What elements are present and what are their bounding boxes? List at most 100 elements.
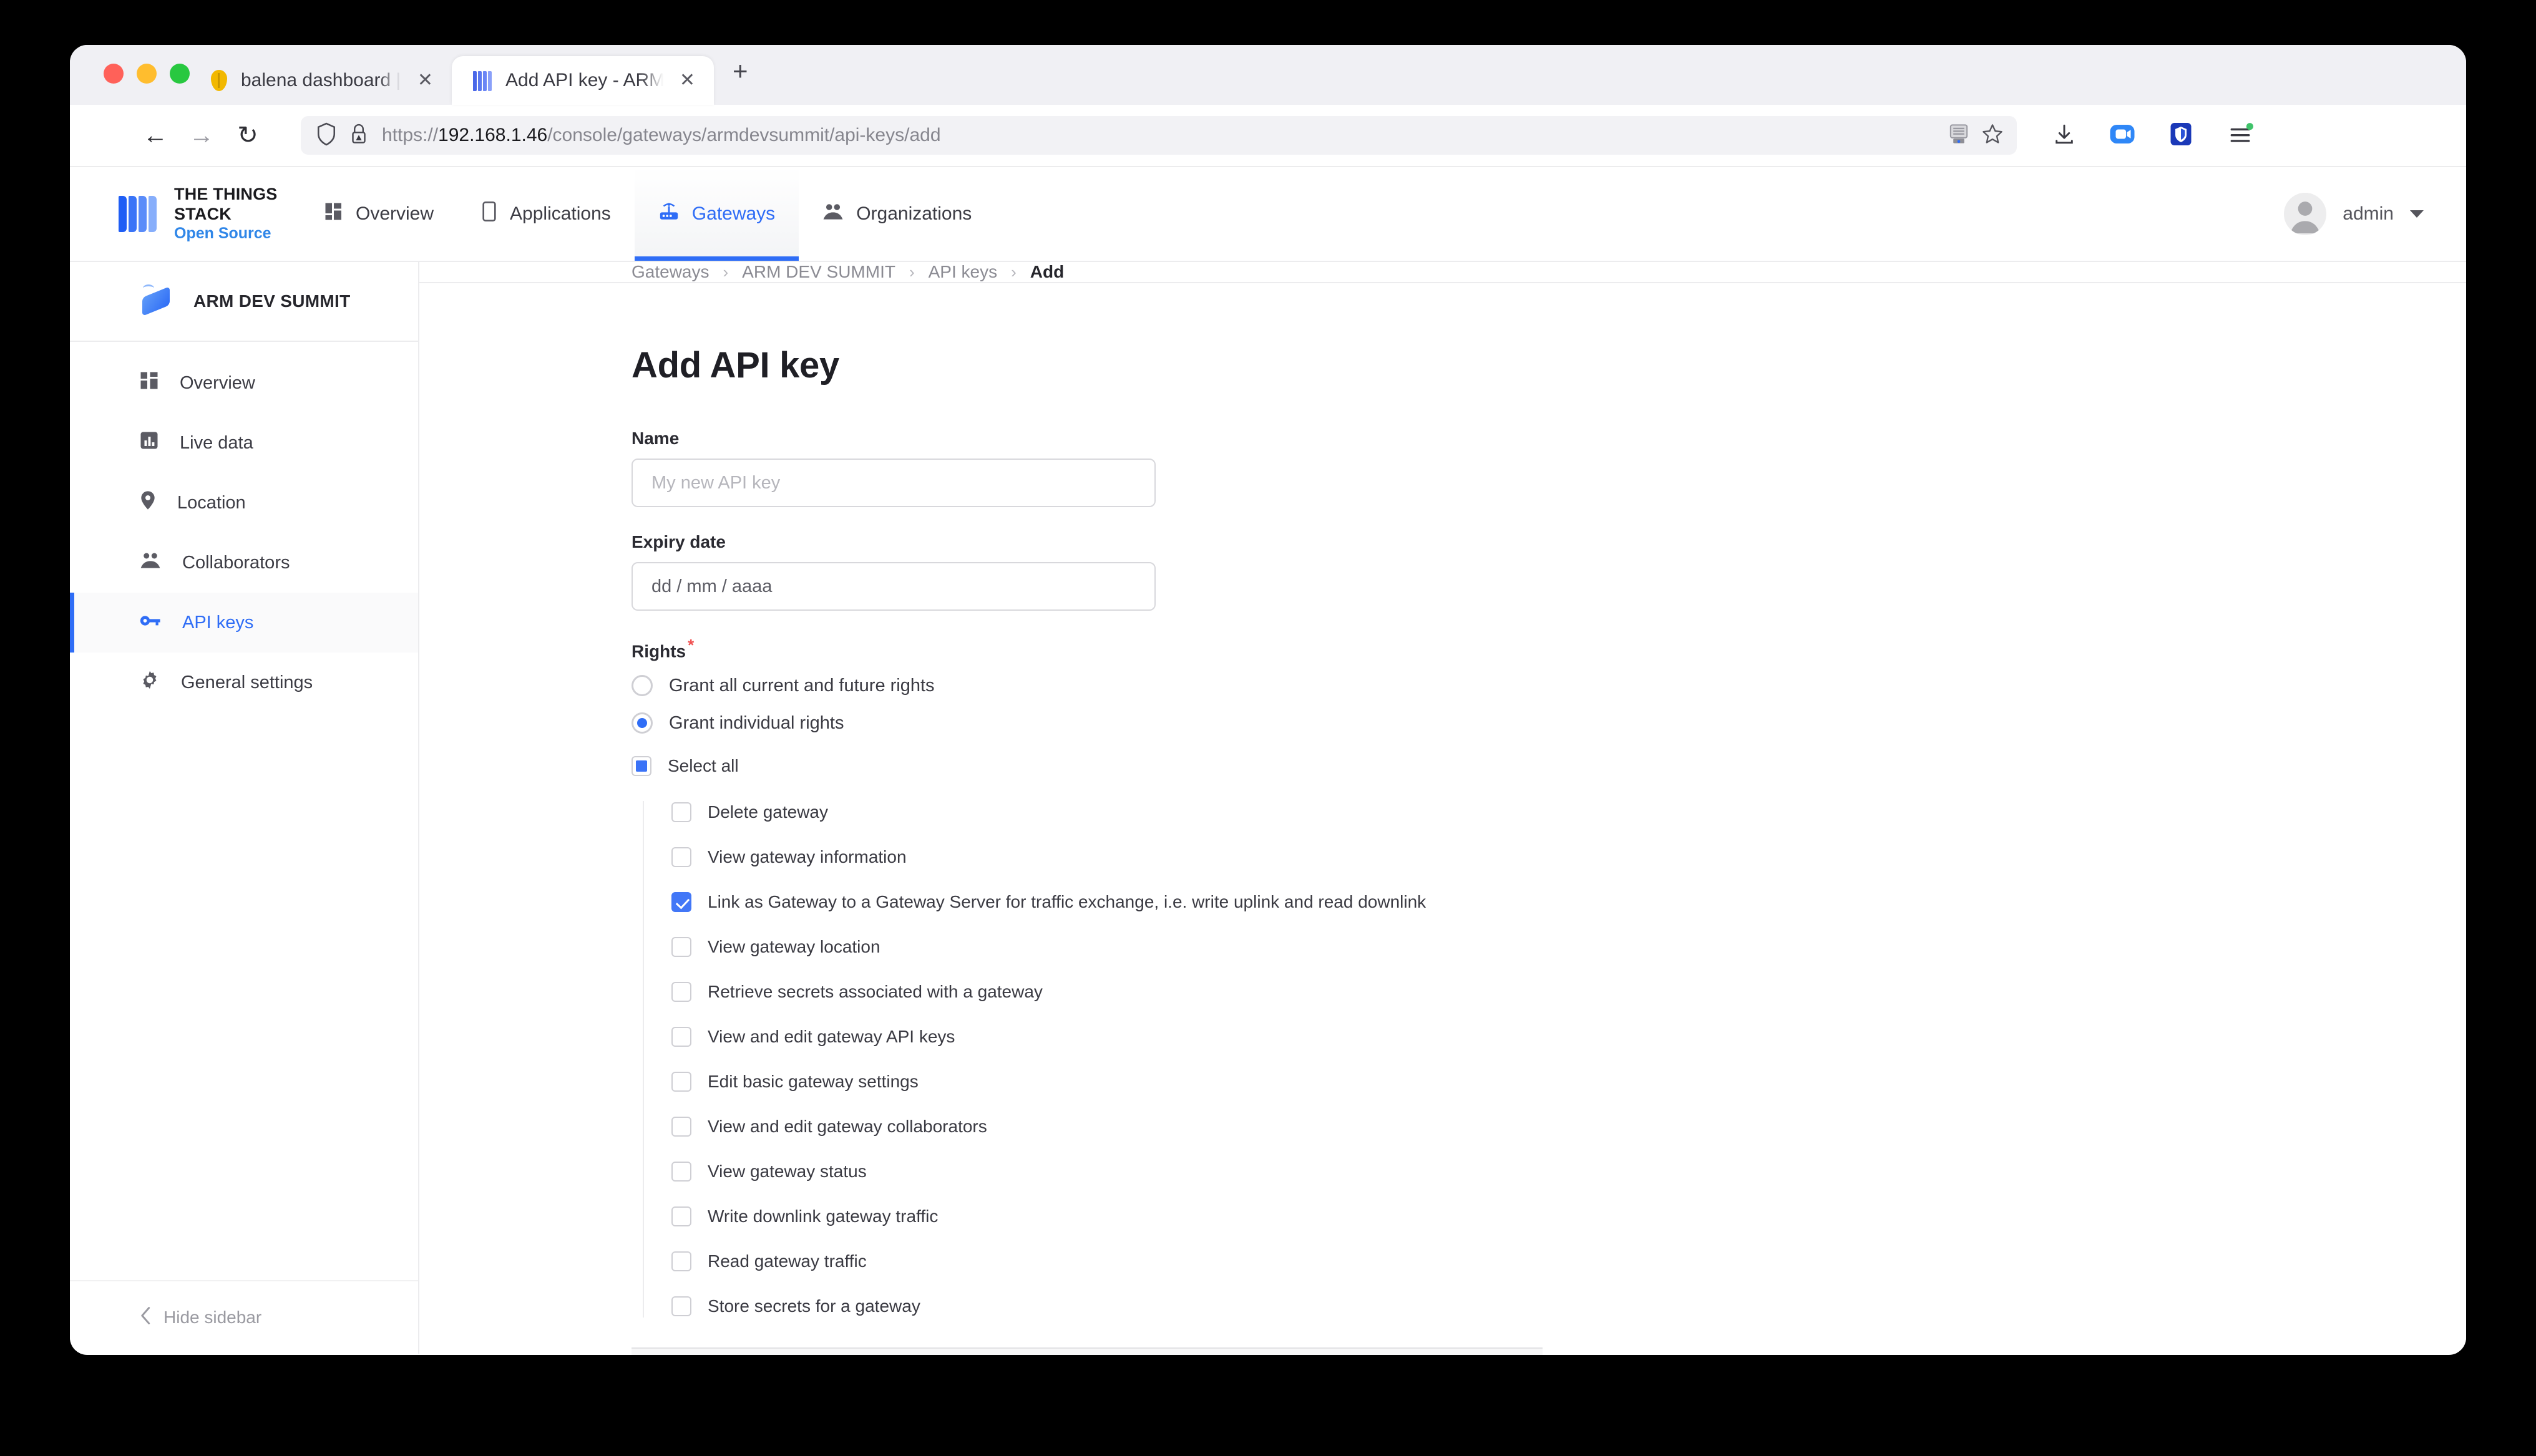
reload-icon[interactable]: ↻ bbox=[225, 123, 271, 148]
checkbox-icon-checked[interactable] bbox=[671, 892, 691, 913]
key-icon bbox=[140, 613, 161, 633]
grid-icon bbox=[140, 371, 158, 395]
sidebar-item-collaborators[interactable]: Collaborators bbox=[70, 533, 418, 593]
hide-sidebar-button[interactable]: Hide sidebar bbox=[70, 1280, 418, 1354]
sidebar-item-label: General settings bbox=[181, 672, 313, 692]
checkbox-view-gateway-information[interactable]: View gateway information bbox=[671, 846, 2466, 868]
checkbox-icon-indeterminate[interactable] bbox=[632, 756, 651, 777]
radio-grant-individual[interactable]: Grant individual rights bbox=[632, 712, 2466, 734]
app-logo[interactable]: THE THINGS STACK Open Source bbox=[70, 167, 301, 261]
checkbox-icon[interactable] bbox=[671, 937, 691, 958]
main-navigation: Overview Applications Gateways Organizat… bbox=[301, 167, 995, 261]
header-spacer bbox=[995, 167, 2284, 261]
checkbox-icon[interactable] bbox=[671, 1117, 691, 1137]
sidebar-item-label: API keys bbox=[182, 612, 254, 633]
forward-icon[interactable]: → bbox=[178, 123, 225, 148]
main-content: Gateways › ARM DEV SUMMIT › API keys › A… bbox=[419, 262, 2466, 1355]
checkbox-view-gateway-status[interactable]: View gateway status bbox=[671, 1160, 2466, 1183]
radio-grant-all[interactable]: Grant all current and future rights bbox=[632, 675, 2466, 697]
checkbox-icon[interactable] bbox=[671, 1072, 691, 1092]
shield-extension-icon[interactable] bbox=[2168, 121, 2194, 150]
sidebar-item-general-settings[interactable]: General settings bbox=[70, 653, 418, 712]
chart-bars-icon bbox=[140, 431, 158, 455]
nav-item-gateways[interactable]: Gateways bbox=[634, 167, 799, 261]
tab-title: balena dashboard | Marc-pi4 bbox=[241, 70, 401, 90]
gear-icon bbox=[140, 670, 160, 695]
browser-tab-balena[interactable]: balena dashboard | Marc-pi4 ✕ bbox=[190, 56, 452, 105]
browser-toolbar: ← → ↻ https://192.168.1.46/console/gatew… bbox=[70, 105, 2466, 167]
checkbox-icon[interactable] bbox=[671, 1206, 691, 1227]
radio-label: Grant individual rights bbox=[669, 712, 844, 733]
nav-label: Gateways bbox=[691, 203, 776, 224]
radio-icon[interactable] bbox=[632, 675, 653, 697]
sidebar-item-location[interactable]: Location bbox=[70, 473, 418, 533]
radio-icon-selected[interactable] bbox=[632, 712, 653, 734]
close-icon[interactable]: ✕ bbox=[677, 70, 698, 91]
zoom-video-icon[interactable] bbox=[2109, 121, 2135, 150]
checkbox-view-edit-api-keys[interactable]: View and edit gateway API keys bbox=[671, 1026, 2466, 1048]
download-icon[interactable] bbox=[2052, 122, 2077, 150]
new-tab-button[interactable]: + bbox=[714, 56, 767, 105]
checkbox-link-as-gateway[interactable]: Link as Gateway to a Gateway Server for … bbox=[671, 891, 2466, 913]
grid-icon bbox=[324, 202, 343, 226]
checkbox-write-downlink-traffic[interactable]: Write downlink gateway traffic bbox=[671, 1205, 2466, 1228]
checkbox-view-edit-collaborators[interactable]: View and edit gateway collaborators bbox=[671, 1115, 2466, 1138]
checkbox-retrieve-secrets[interactable]: Retrieve secrets associated with a gatew… bbox=[671, 981, 2466, 1003]
checkbox-delete-gateway[interactable]: Delete gateway bbox=[671, 801, 2466, 823]
sidebar-item-label: Overview bbox=[180, 372, 255, 393]
sidebar-item-live-data[interactable]: Live data bbox=[70, 413, 418, 473]
desktop-background: balena dashboard | Marc-pi4 ✕ Add API ke… bbox=[0, 0, 2536, 1456]
checkbox-icon[interactable] bbox=[671, 802, 691, 823]
nav-label: Overview bbox=[356, 203, 434, 224]
people-icon bbox=[822, 203, 844, 225]
checkbox-icon[interactable] bbox=[671, 1296, 691, 1317]
checkbox-edit-basic-settings[interactable]: Edit basic gateway settings bbox=[671, 1070, 2466, 1093]
checkbox-store-secrets[interactable]: Store secrets for a gateway bbox=[671, 1295, 2466, 1318]
sidebar-entity-header[interactable]: ARM DEV SUMMIT bbox=[70, 262, 418, 342]
checkbox-label: View gateway location bbox=[708, 937, 880, 957]
sidebar-item-overview[interactable]: Overview bbox=[70, 353, 418, 413]
breadcrumb-item-arm-dev-summit[interactable]: ARM DEV SUMMIT bbox=[742, 262, 895, 282]
checkbox-label: View and edit gateway collaborators bbox=[708, 1117, 987, 1137]
brand-line-2: Open Source bbox=[174, 225, 271, 243]
checkbox-select-all[interactable]: Select all bbox=[632, 756, 2466, 777]
reader-save-icon[interactable] bbox=[1947, 122, 1971, 149]
nav-item-organizations[interactable]: Organizations bbox=[799, 167, 995, 261]
bookmark-star-icon[interactable] bbox=[1981, 122, 2004, 149]
name-input[interactable]: My new API key bbox=[632, 459, 1156, 507]
expiry-date-label: Expiry date bbox=[632, 532, 726, 551]
checkbox-icon[interactable] bbox=[671, 1251, 691, 1272]
account-menu[interactable]: admin bbox=[2284, 167, 2466, 261]
expiry-date-input[interactable]: dd / mm / aaaa bbox=[632, 562, 1156, 611]
close-icon[interactable]: ✕ bbox=[415, 70, 436, 91]
checkbox-icon[interactable] bbox=[671, 1162, 691, 1182]
back-icon[interactable]: ← bbox=[132, 123, 178, 148]
checkbox-read-gateway-traffic[interactable]: Read gateway traffic bbox=[671, 1250, 2466, 1273]
checkbox-icon[interactable] bbox=[671, 982, 691, 1002]
nav-item-overview[interactable]: Overview bbox=[301, 167, 457, 261]
sidebar-item-api-keys[interactable]: API keys bbox=[70, 593, 418, 653]
maximize-window-button[interactable] bbox=[170, 64, 190, 84]
close-window-button[interactable] bbox=[104, 64, 124, 84]
balena-leaf-icon bbox=[211, 70, 227, 91]
browser-extension-bar bbox=[2017, 121, 2254, 150]
checkbox-view-gateway-location[interactable]: View gateway location bbox=[671, 936, 2466, 958]
minimize-window-button[interactable] bbox=[137, 64, 157, 84]
hide-sidebar-label: Hide sidebar bbox=[163, 1308, 262, 1327]
checkbox-icon[interactable] bbox=[671, 1027, 691, 1047]
rights-label: Rights * bbox=[632, 636, 695, 661]
brand-line-1: THE THINGS STACK bbox=[174, 185, 278, 224]
hamburger-menu-icon[interactable] bbox=[2226, 122, 2254, 150]
map-pin-icon bbox=[140, 490, 156, 515]
lock-warning-icon[interactable] bbox=[349, 122, 368, 149]
account-name: admin bbox=[2343, 203, 2394, 224]
checkbox-icon[interactable] bbox=[671, 847, 691, 868]
gateway-router-icon bbox=[658, 201, 680, 226]
breadcrumb-item-api-keys[interactable]: API keys bbox=[929, 262, 997, 282]
nav-item-applications[interactable]: Applications bbox=[457, 167, 635, 261]
tracking-shield-icon[interactable] bbox=[316, 122, 337, 150]
browser-tab-add-api-key[interactable]: Add API key - ARM DEV SUMMIT ✕ bbox=[452, 56, 714, 105]
address-bar[interactable]: https://192.168.1.46/console/gateways/ar… bbox=[301, 116, 2017, 155]
chevron-down-icon[interactable] bbox=[2410, 210, 2424, 218]
breadcrumb-item-gateways[interactable]: Gateways bbox=[632, 262, 710, 282]
